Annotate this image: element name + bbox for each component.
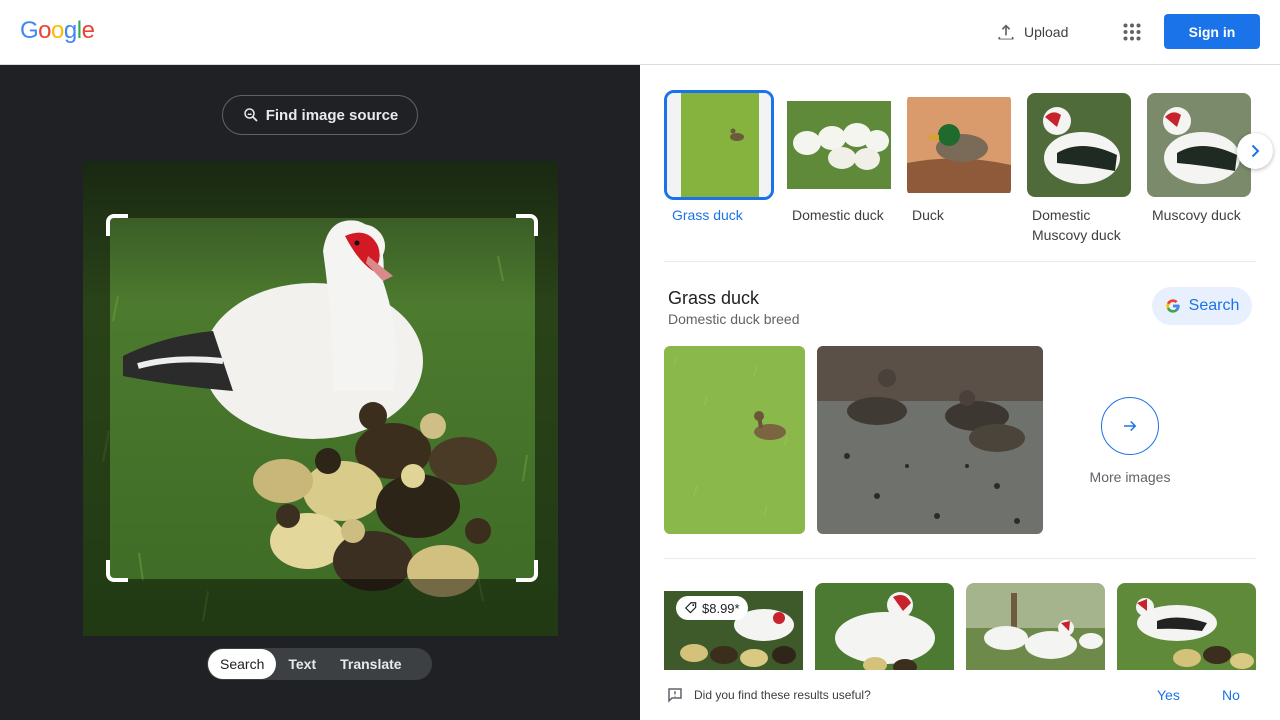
logo-letter: g [63, 17, 77, 44]
more-images-label: More images [1089, 469, 1171, 485]
query-image-panel: Find image source Search Text Translate [0, 65, 640, 720]
entity-image-1[interactable] [664, 346, 805, 534]
chip-label: Grass duck [672, 207, 743, 223]
top-bar: Google Upload Sign in [0, 0, 1280, 65]
entity-subtitle: Domestic duck breed [668, 311, 800, 327]
entity-image-2[interactable] [817, 346, 1043, 534]
visual-match-image-2[interactable] [815, 583, 954, 675]
results-panel: Grass duck Domestic duck Duck Domestic M… [640, 65, 1280, 720]
entity-title: Grass duck [668, 288, 760, 308]
chip-label: Duck [912, 207, 944, 223]
duck-photo [83, 161, 558, 636]
chips-next-button[interactable] [1237, 133, 1273, 169]
logo-letter: G [20, 17, 39, 44]
more-images-circle [1101, 397, 1159, 455]
chevron-right-icon [1251, 144, 1260, 158]
chip-grass-duck[interactable]: Grass duck [664, 90, 776, 225]
visual-match-image-4[interactable] [1117, 583, 1256, 675]
apps-button[interactable] [1114, 14, 1150, 50]
logo-letter: e [81, 17, 95, 44]
crop-handle-top-right[interactable] [516, 214, 538, 236]
logo-letter: o [51, 17, 64, 44]
upload-label: Upload [1024, 24, 1069, 40]
upload-icon [998, 24, 1014, 40]
entity-chips: Grass duck Domestic duck Duck Domestic M… [664, 90, 1264, 260]
price-value: $8.99* [702, 600, 740, 616]
feedback-yes-button[interactable]: Yes [1157, 687, 1180, 703]
chip-thumbnail [1027, 93, 1131, 197]
entity-search-button[interactable]: Search [1152, 287, 1252, 325]
more-images-button[interactable]: More images [1070, 397, 1190, 485]
crop-dim-right [535, 218, 558, 579]
crop-dim-bottom [83, 579, 558, 636]
crop-handle-bottom-right[interactable] [516, 560, 538, 582]
feedback-icon [668, 688, 682, 703]
entity-search-label: Search [1188, 297, 1240, 314]
lens-mode-switcher: Search Text Translate [207, 648, 432, 680]
logo-letter: o [38, 17, 52, 44]
chip-thumbnail [787, 93, 891, 197]
chip-label: Muscovy duck [1152, 207, 1241, 223]
chip-label: Domestic Muscovy duck [1032, 207, 1121, 243]
apps-grid-icon [1123, 23, 1141, 41]
crop-handle-bottom-left[interactable] [106, 560, 128, 582]
chip-label: Domestic duck [792, 207, 884, 223]
section-divider [664, 558, 1256, 559]
mode-search-tab[interactable]: Search [208, 649, 277, 679]
price-tag-icon [684, 602, 697, 614]
crop-handle-top-left[interactable] [106, 214, 128, 236]
price-badge: $8.99* [676, 596, 748, 620]
find-image-source-button[interactable]: Find image source [222, 95, 418, 135]
chip-thumbnail [907, 93, 1011, 197]
visual-match-image-3[interactable] [966, 583, 1105, 675]
feedback-bar: Did you find these results useful? Yes N… [640, 670, 1280, 720]
crop-dim-top [83, 161, 558, 218]
google-logo[interactable]: Google [20, 17, 95, 45]
chip-domestic-muscovy-duck[interactable]: Domestic Muscovy duck [1024, 90, 1136, 245]
section-divider [664, 261, 1256, 262]
visual-match-image-1[interactable]: $8.99* [664, 583, 803, 675]
chip-duck[interactable]: Duck [904, 90, 1016, 225]
mode-text-tab[interactable]: Text [276, 649, 328, 679]
find-image-source-label: Find image source [265, 106, 399, 124]
chip-thumbnail [664, 90, 774, 200]
crop-dim-left [83, 218, 110, 579]
chip-domestic-duck[interactable]: Domestic duck [784, 90, 896, 225]
upload-button[interactable]: Upload [986, 14, 1078, 50]
google-g-icon [1165, 299, 1180, 313]
arrow-right-icon [1124, 420, 1137, 432]
chip-thumbnail [1147, 93, 1251, 197]
feedback-question: Did you find these results useful? [694, 688, 871, 702]
sign-in-button[interactable]: Sign in [1164, 14, 1260, 49]
feedback-no-button[interactable]: No [1222, 687, 1240, 703]
image-search-icon [243, 108, 258, 122]
query-image[interactable] [83, 161, 558, 636]
mode-translate-tab[interactable]: Translate [328, 649, 413, 679]
